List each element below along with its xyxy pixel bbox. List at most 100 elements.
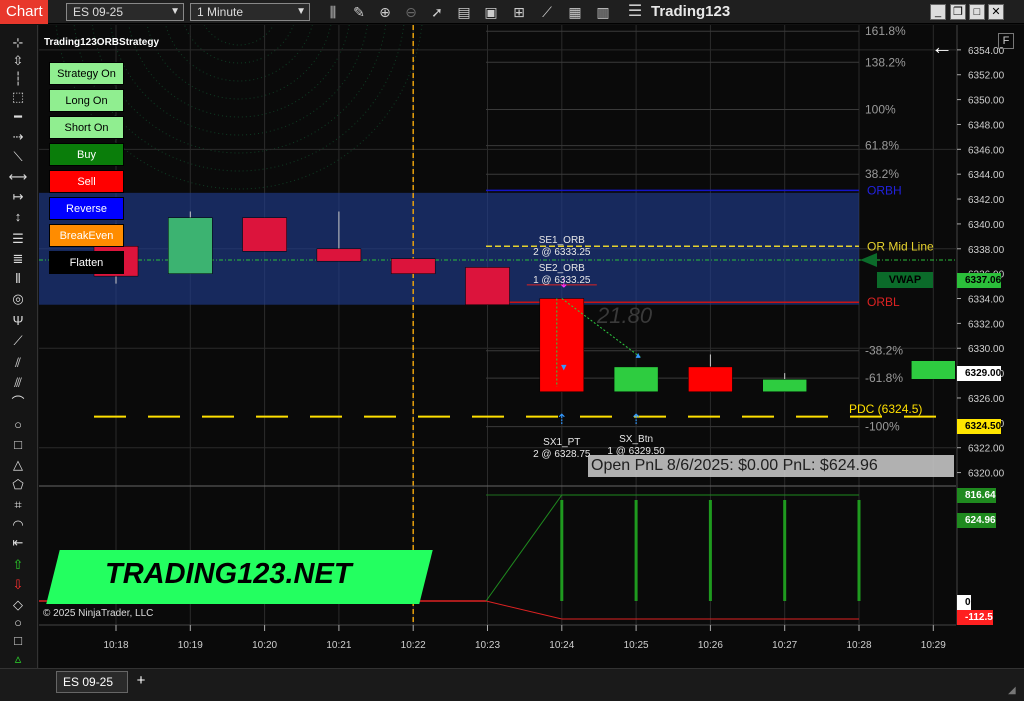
arrow-left-icon[interactable]: ← — [931, 36, 953, 58]
pdc-label: PDC (6324.5) — [849, 402, 922, 416]
square-icon[interactable]: □ — [8, 633, 28, 649]
trend-line-icon[interactable]: ⟍ — [8, 149, 28, 165]
strategy-icon[interactable]: ⟋ — [538, 3, 556, 21]
regression-channel-icon[interactable]: ⫽ — [8, 355, 28, 371]
cursor-icon[interactable]: ⊹ — [8, 35, 28, 51]
trade-label-sx: SX_Btn — [619, 434, 653, 445]
polygon-icon[interactable]: ⬠ — [8, 477, 28, 493]
fib-level-label: 161.8% — [865, 25, 906, 38]
ellipse-icon[interactable]: ○ — [8, 417, 28, 433]
chart-trader-icon[interactable]: ⊞ — [510, 3, 528, 21]
zoom-out-icon[interactable]: ⊖ — [402, 3, 420, 21]
indicator-icon[interactable]: ▦ — [566, 3, 584, 21]
bar-style-icon[interactable]: ⫼ — [324, 3, 342, 21]
f-icon[interactable]: F — [998, 33, 1014, 49]
curve-icon[interactable]: ◠ — [8, 517, 28, 533]
trend-channel-icon[interactable]: ⫻ — [8, 375, 28, 391]
title-bar: Chart ES 09-25 ▼ 1 Minute ▼ ⫼ ✎ ⊕ ⊖ ➚ ▤ … — [0, 0, 1024, 24]
fib-retracement-icon[interactable]: ☰ — [8, 231, 28, 247]
arrow-line-icon[interactable]: ↦ — [8, 189, 28, 205]
ray-icon[interactable]: ⇢ — [8, 129, 28, 145]
vertical-arrow-icon[interactable]: ↕ — [8, 209, 28, 225]
price-axis-label: 6326.00 — [968, 394, 1005, 405]
candle-body — [242, 217, 287, 252]
interval-select[interactable]: 1 Minute ▼ — [190, 3, 310, 21]
pointer-icon[interactable]: ➚ — [428, 3, 446, 21]
price-axis-label: 6338.00 — [968, 245, 1005, 256]
maximize-icon[interactable]: □ — [969, 4, 985, 20]
gann-fan-icon[interactable]: ⟋ — [8, 333, 28, 349]
time-axis-label: 10:20 — [252, 640, 277, 651]
copyright: © 2025 NinjaTrader, LLC — [43, 608, 154, 619]
chart-panel[interactable]: 161.8% 138.2% 100% 61.8% 38.2% -38.2% -61.8% -1… — [39, 25, 1024, 668]
fib-level-label: -61.8% — [865, 371, 903, 385]
arrow-down-icon[interactable]: ⇩ — [8, 577, 28, 593]
pitchfork-icon[interactable]: Ψ — [8, 313, 28, 329]
pencil-icon[interactable]: ✎ — [350, 3, 368, 21]
buy-exit-arrow: ⇡ — [556, 411, 568, 427]
arc-icon[interactable]: ⌒ — [8, 395, 28, 411]
resize-grip-icon[interactable]: ◢ — [1008, 685, 1020, 697]
pnl-tag-current: 624.96 — [957, 513, 996, 528]
price-axis-label: 6342.00 — [968, 195, 1005, 206]
time-axis-label: 10:21 — [326, 640, 351, 651]
price-axis-label: 6346.00 — [968, 145, 1005, 156]
chevron-down-icon: ▼ — [170, 6, 180, 17]
price-axis-label: 6320.00 — [968, 469, 1005, 480]
short-on-button[interactable]: Short On — [49, 116, 124, 139]
price-axis-label: 6344.00 — [968, 170, 1005, 181]
instrument-value: ES 09-25 — [73, 5, 124, 19]
diamond-icon[interactable]: ◇ — [8, 597, 28, 613]
triangle-up-icon[interactable]: ▵ — [8, 651, 28, 667]
fib-circle-icon[interactable]: ◎ — [8, 291, 28, 307]
sell-button[interactable]: Sell — [49, 170, 124, 193]
data-box-icon[interactable]: ▣ — [482, 3, 500, 21]
time-axis-label: 10:19 — [178, 640, 203, 651]
close-icon[interactable]: ✕ — [988, 4, 1004, 20]
breakeven-button[interactable]: BreakEven — [49, 224, 124, 247]
trade-label-sx1: SX1_PT — [543, 437, 580, 448]
region-icon[interactable]: ⬚ — [8, 89, 28, 105]
reverse-button[interactable]: Reverse — [49, 197, 124, 220]
properties-icon[interactable]: ▤ — [455, 3, 473, 21]
arrow-up-icon[interactable]: ⇧ — [8, 557, 28, 573]
candle-body — [688, 366, 733, 393]
path-icon[interactable]: ⌗ — [8, 497, 28, 513]
tab-es-09-25[interactable]: ES 09-25 — [56, 671, 128, 693]
long-on-button[interactable]: Long On — [49, 89, 124, 112]
fib-time-icon[interactable]: ⦀ — [8, 271, 28, 287]
pnl-tag-min: -112.5 — [957, 610, 993, 625]
price-axis-label: 6322.00 — [968, 444, 1005, 455]
chart-tab[interactable]: Chart — [0, 0, 48, 24]
strategy-name: Trading123ORBStrategy — [44, 37, 160, 48]
menu-icon[interactable]: ☰ — [626, 3, 644, 21]
vertical-line-icon[interactable]: ┆ — [8, 71, 28, 87]
horizontal-line-icon[interactable]: ━ — [8, 109, 28, 125]
add-tab-button[interactable]: + — [132, 671, 150, 691]
banner-text: TRADING123.NET — [105, 558, 352, 590]
triangle-icon[interactable]: △ — [8, 457, 28, 473]
fib-extension-icon[interactable]: ≣ — [8, 251, 28, 267]
extended-line-icon[interactable]: ⟷ — [8, 169, 28, 185]
window-title: Trading123 — [651, 3, 731, 20]
strategy-on-button[interactable]: Strategy On — [49, 62, 124, 85]
rectangle-icon[interactable]: □ — [8, 437, 28, 453]
price-axis-label: 6352.00 — [968, 71, 1005, 82]
text-icon[interactable]: ⇤ — [8, 535, 28, 551]
dot-icon[interactable]: ○ — [8, 615, 28, 631]
buy-button[interactable]: Buy — [49, 143, 124, 166]
zoom-in-icon[interactable]: ⊕ — [376, 3, 394, 21]
fib-level-label: 38.2% — [865, 167, 899, 181]
minimize-icon[interactable]: _ — [930, 4, 946, 20]
interval-value: 1 Minute — [197, 5, 244, 19]
orb-range-band — [39, 192, 859, 305]
restore-icon[interactable]: ❐ — [950, 4, 966, 20]
trade-fill-se1: 2 @ 6333.25 — [533, 247, 591, 258]
pnl-tag-max: 816.64 — [957, 488, 996, 503]
template-icon[interactable]: ▥ — [594, 3, 612, 21]
ruler-icon[interactable]: ⇳ — [8, 53, 28, 69]
instrument-select[interactable]: ES 09-25 ▼ — [66, 3, 184, 21]
flatten-button[interactable]: Flatten — [49, 251, 124, 274]
time-axis-label: 10:26 — [698, 640, 723, 651]
trade-label-se2: SE2_ORB — [539, 263, 585, 274]
